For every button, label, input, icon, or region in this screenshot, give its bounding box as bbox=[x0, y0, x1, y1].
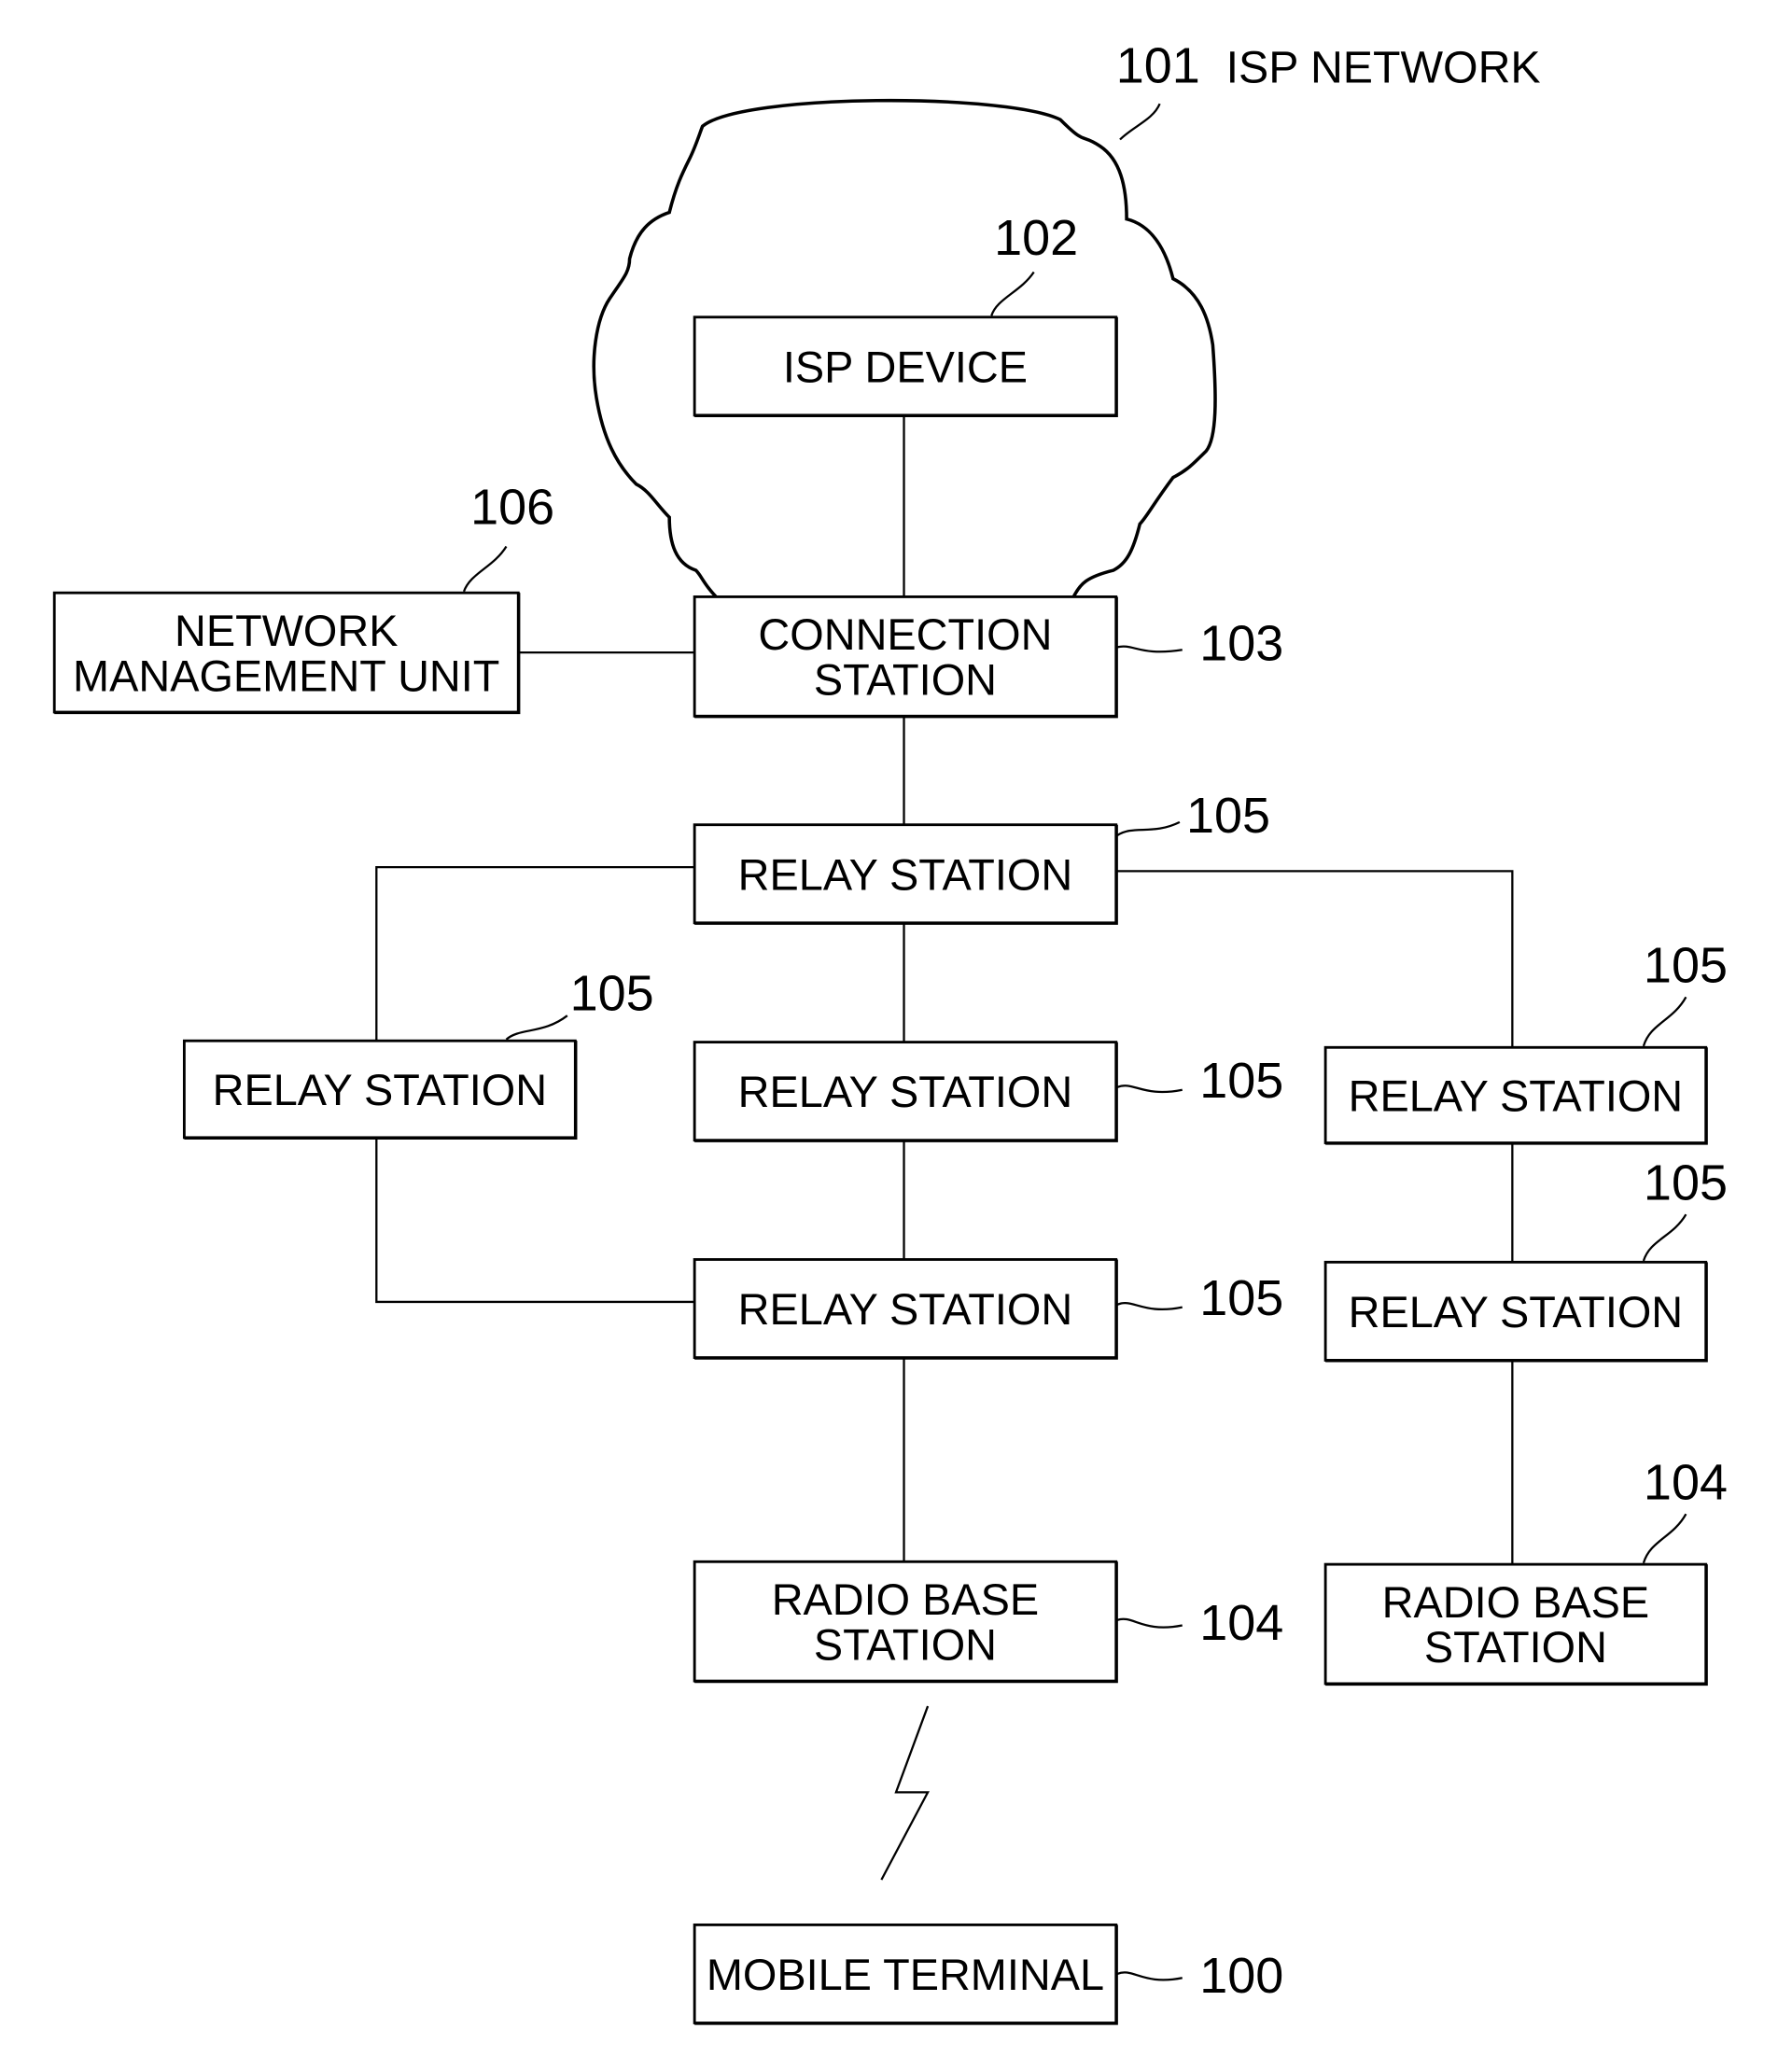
ref-103: 103 bbox=[1199, 616, 1283, 672]
isp-device-label: ISP DEVICE bbox=[783, 343, 1028, 391]
radio-base-station-left-label: RADIO BASE bbox=[772, 1575, 1039, 1624]
relay-station-mid-lower-label: RELAY STATION bbox=[738, 1285, 1072, 1334]
leader-105 bbox=[505, 1015, 568, 1041]
radio-base-station-right-box: RADIO BASESTATION 104 bbox=[1323, 1455, 1728, 1686]
link-relay-left-midlower bbox=[375, 1137, 695, 1304]
wireless-link-icon bbox=[880, 1705, 930, 1881]
relay-station-left-label: RELAY STATION bbox=[213, 1066, 547, 1114]
relay-station-mid-label: RELAY STATION bbox=[738, 1068, 1072, 1116]
relay-station-top-label: RELAY STATION bbox=[738, 850, 1072, 899]
connection-station-label: CONNECTION bbox=[758, 610, 1052, 659]
leader-105 bbox=[1642, 996, 1687, 1047]
leader-105 bbox=[1642, 1213, 1687, 1262]
radio-base-station-right-label: RADIO BASE bbox=[1382, 1578, 1649, 1627]
relay-station-mid-box: RELAY STATION 105 bbox=[693, 1041, 1283, 1142]
ref-106: 106 bbox=[470, 479, 554, 535]
ref-105: 105 bbox=[1644, 1155, 1728, 1211]
mobile-terminal-label: MOBILE TERMINAL bbox=[707, 1951, 1104, 1999]
connection-station-box: CONNECTIONSTATION 103 bbox=[693, 595, 1283, 719]
relay-station-right-lower-box: RELAY STATION 105 bbox=[1323, 1155, 1728, 1363]
isp-network-label: ISP NETWORK bbox=[1226, 42, 1541, 92]
leader-102 bbox=[990, 271, 1035, 316]
connection-station-label: STATION bbox=[814, 656, 997, 705]
ref-100: 100 bbox=[1199, 1948, 1283, 2004]
isp-device-box: ISP DEVICE 102 bbox=[693, 210, 1118, 418]
ref-101: 101 bbox=[1116, 37, 1200, 93]
ref-105: 105 bbox=[1186, 788, 1270, 844]
relay-station-right-upper-label: RELAY STATION bbox=[1349, 1071, 1683, 1120]
relay-station-right-lower-label: RELAY STATION bbox=[1349, 1288, 1683, 1336]
relay-station-top-box: RELAY STATION 105 bbox=[693, 788, 1270, 925]
radio-base-station-left-box: RADIO BASESTATION 104 bbox=[693, 1560, 1283, 1684]
radio-base-station-left-label: STATION bbox=[814, 1620, 997, 1669]
ref-105: 105 bbox=[1644, 938, 1728, 994]
leader-106 bbox=[462, 545, 508, 593]
ref-105: 105 bbox=[1199, 1053, 1283, 1109]
leader-105 bbox=[1116, 1084, 1183, 1094]
ref-105: 105 bbox=[570, 966, 654, 1022]
network-diagram: 101 ISP NETWORK ISP DEVICE 102 NETWORKMANA… bbox=[52, 37, 1728, 2025]
leader-105 bbox=[1116, 820, 1181, 837]
link-relay-top-right bbox=[1115, 870, 1514, 1048]
network-management-unit-label: MANAGEMENT UNIT bbox=[73, 651, 499, 700]
relay-station-right-upper-box: RELAY STATION 105 bbox=[1323, 938, 1728, 1145]
leader-103 bbox=[1116, 645, 1183, 653]
ref-104: 104 bbox=[1644, 1455, 1728, 1511]
leader-100 bbox=[1116, 1971, 1183, 1981]
ref-104: 104 bbox=[1199, 1595, 1283, 1651]
relay-station-mid-lower-box: RELAY STATION 105 bbox=[693, 1258, 1283, 1360]
ref-105: 105 bbox=[1199, 1270, 1283, 1326]
leader-104 bbox=[1642, 1513, 1687, 1564]
radio-base-station-right-label: STATION bbox=[1424, 1623, 1607, 1672]
network-management-unit-box: NETWORKMANAGEMENT UNIT 106 bbox=[52, 479, 554, 715]
mobile-terminal-box: MOBILE TERMINAL 100 bbox=[693, 1923, 1283, 2025]
relay-station-left-box: RELAY STATION 105 bbox=[182, 966, 654, 1140]
leader-105 bbox=[1116, 1302, 1183, 1311]
network-management-unit-label: NETWORK bbox=[175, 607, 399, 655]
ref-102: 102 bbox=[994, 210, 1078, 266]
leader-104 bbox=[1116, 1617, 1183, 1629]
leader-101 bbox=[1119, 103, 1161, 141]
